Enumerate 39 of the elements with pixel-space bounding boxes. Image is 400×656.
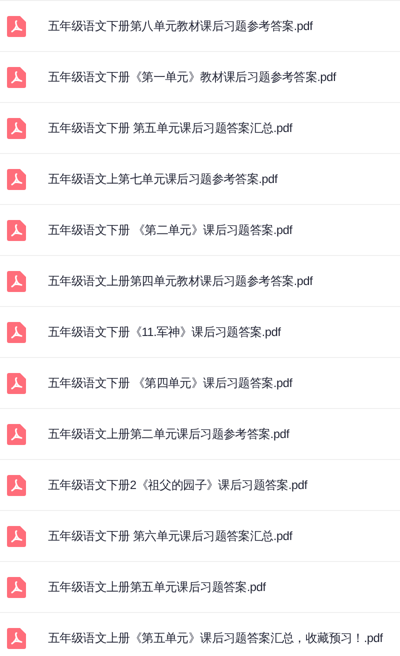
pdf-file-icon bbox=[7, 322, 26, 342]
file-row[interactable]: 五年级语文上册第二单元课后习题参考答案.pdf bbox=[0, 409, 400, 460]
file-row[interactable]: 五年级语文上第七单元课后习题参考答案.pdf bbox=[0, 154, 400, 205]
file-name: 五年级语文上册《第五单元》课后习题答案汇总，收藏预习！.pdf bbox=[48, 630, 383, 647]
file-name: 五年级语文下册《11.军神》课后习题答案.pdf bbox=[48, 324, 281, 341]
file-name: 五年级语文下册《第一单元》教材课后习题参考答案.pdf bbox=[48, 69, 336, 86]
file-name: 五年级语文下册 第六单元课后习题答案汇总.pdf bbox=[48, 528, 292, 545]
pdf-file-icon bbox=[7, 270, 26, 292]
pdf-file-icon bbox=[7, 628, 26, 648]
pdf-file-icon bbox=[7, 526, 26, 546]
file-row[interactable]: 五年级语文下册《11.军神》课后习题答案.pdf bbox=[0, 307, 400, 358]
file-row[interactable]: 五年级语文上册第五单元课后习题答案.pdf bbox=[0, 562, 400, 613]
file-name: 五年级语文上册第四单元教材课后习题参考答案.pdf bbox=[48, 273, 313, 290]
file-row[interactable]: 五年级语文下册 第五单元课后习题答案汇总.pdf bbox=[0, 103, 400, 154]
pdf-file-icon bbox=[7, 168, 26, 190]
pdf-file-icon bbox=[7, 220, 26, 240]
file-row[interactable]: 五年级语文下册 《第四单元》课后习题答案.pdf bbox=[0, 358, 400, 409]
pdf-file-icon bbox=[7, 16, 26, 36]
pdf-file-icon bbox=[7, 118, 26, 138]
file-name: 五年级语文上册第二单元课后习题参考答案.pdf bbox=[48, 426, 290, 443]
file-row[interactable]: 五年级语文下册 《第二单元》课后习题答案.pdf bbox=[0, 205, 400, 256]
file-name: 五年级语文下册 《第二单元》课后习题答案.pdf bbox=[48, 222, 292, 239]
file-name: 五年级语文上第七单元课后习题参考答案.pdf bbox=[48, 171, 278, 188]
file-name: 五年级语文上册第五单元课后习题答案.pdf bbox=[48, 579, 266, 596]
file-name: 五年级语文下册 《第四单元》课后习题答案.pdf bbox=[48, 375, 292, 392]
file-name: 五年级语文下册2《祖父的园子》课后习题答案.pdf bbox=[48, 477, 308, 494]
file-row[interactable]: 五年级语文下册《第一单元》教材课后习题参考答案.pdf bbox=[0, 52, 400, 103]
pdf-file-icon bbox=[7, 424, 26, 444]
file-row[interactable]: 五年级语文上册第四单元教材课后习题参考答案.pdf bbox=[0, 256, 400, 307]
file-name: 五年级语文下册第八单元教材课后习题参考答案.pdf bbox=[48, 18, 313, 35]
pdf-file-icon bbox=[7, 372, 26, 394]
file-row[interactable]: 五年级语文下册第八单元教材课后习题参考答案.pdf bbox=[0, 1, 400, 52]
pdf-file-icon bbox=[7, 66, 26, 88]
file-row[interactable]: 五年级语文上册《第五单元》课后习题答案汇总，收藏预习！.pdf bbox=[0, 613, 400, 656]
pdf-file-icon bbox=[7, 576, 26, 598]
file-row[interactable]: 五年级语文下册 第六单元课后习题答案汇总.pdf bbox=[0, 511, 400, 562]
pdf-file-icon bbox=[7, 474, 26, 496]
file-row[interactable]: 五年级语文下册2《祖父的园子》课后习题答案.pdf bbox=[0, 460, 400, 511]
file-name: 五年级语文下册 第五单元课后习题答案汇总.pdf bbox=[48, 120, 292, 137]
